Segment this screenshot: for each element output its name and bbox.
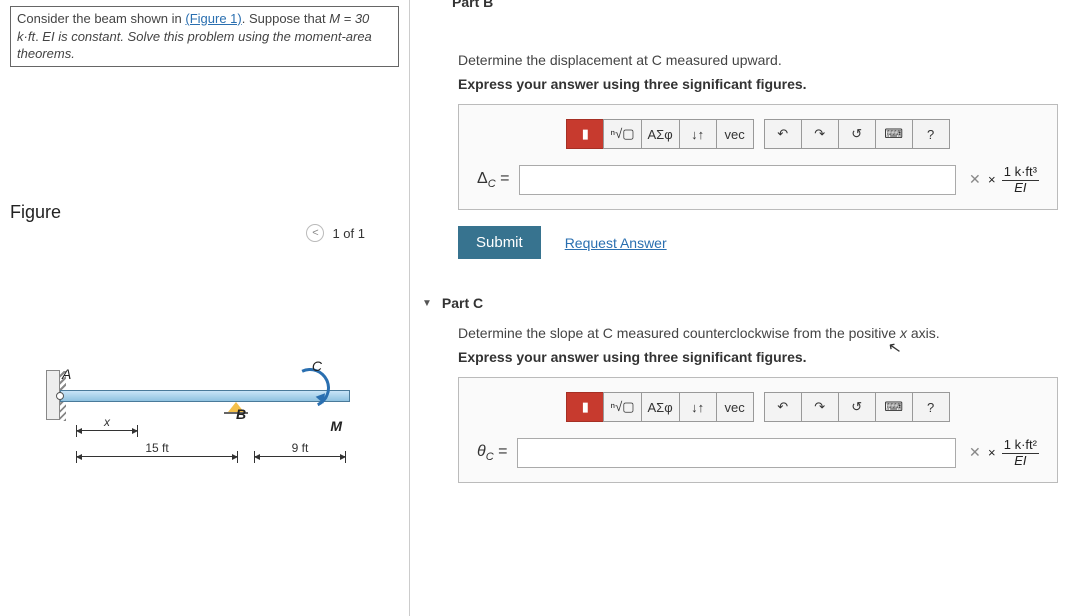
part-b-instruction-2: Express your answer using three signific… [458, 76, 1077, 92]
part-b-toolbar: ▮ ⁿ√▢ ΑΣφ ↓↑ vec ↶ ↷ ↺ ⌨ ? [477, 119, 1039, 149]
part-c-var: θC = [477, 443, 507, 463]
subscript-button-c[interactable]: ↓↑ [679, 392, 717, 422]
problem-text-1: Consider the beam shown in [17, 11, 185, 26]
part-b-input-row: ΔC = ✕ × 1 k·ft³EI [477, 165, 1039, 195]
reset-button[interactable]: ↺ [838, 119, 876, 149]
vec-button-c[interactable]: vec [716, 392, 754, 422]
problem-ei: EI is constant. Solve this problem using… [17, 29, 372, 62]
dim-9: 9 ft [254, 456, 346, 457]
problem-text-2: . Suppose that [242, 11, 329, 26]
problem-statement: Consider the beam shown in (Figure 1). S… [10, 6, 399, 67]
dim-15: 15 ft [76, 456, 238, 457]
part-c-answer-input[interactable] [517, 438, 955, 468]
dim-x-label: x [76, 415, 138, 429]
figure-diagram: A B C M x 15 ft 9 ft [20, 360, 370, 480]
left-panel: Consider the beam shown in (Figure 1). S… [0, 0, 410, 616]
part-b-instruction-1: Determine the displacement at C measured… [458, 52, 1077, 68]
template-button-c[interactable]: ▮ [566, 392, 604, 422]
figure-counter: 1 of 1 [332, 226, 365, 241]
submit-button[interactable]: Submit [458, 226, 541, 259]
part-c-toolbar: ▮ ⁿ√▢ ΑΣφ ↓↑ vec ↶ ↷ ↺ ⌨ ? [477, 392, 1039, 422]
part-c-header-row[interactable]: ▼ Part C [422, 289, 1077, 317]
caret-down-icon: ▼ [422, 298, 432, 309]
undo-button-c[interactable]: ↶ [764, 392, 802, 422]
request-answer-link[interactable]: Request Answer [565, 235, 667, 251]
part-b-header: Part B [452, 0, 493, 10]
template-button[interactable]: ▮ [566, 119, 604, 149]
figure-nav: < 1 of 1 > [306, 224, 391, 242]
redo-button[interactable]: ↷ [801, 119, 839, 149]
clear-icon-c[interactable]: ✕ [966, 442, 984, 460]
part-c-input-row: θC = ✕ × 1 k·ft²EI [477, 438, 1039, 468]
greek-button-c[interactable]: ΑΣφ [641, 392, 680, 422]
part-b-submit-row: Submit Request Answer [458, 226, 1077, 259]
part-c-instruction-1: Determine the slope at C measured counte… [458, 325, 1077, 341]
help-button-c[interactable]: ? [912, 392, 950, 422]
pin-a [56, 392, 64, 400]
part-c-instruction-2: Express your answer using three signific… [458, 349, 1077, 365]
dim-x: x [76, 430, 138, 431]
dim-15-label: 15 ft [76, 441, 238, 455]
part-b-unit: ✕ × 1 k·ft³EI [966, 165, 1039, 195]
figure-prev-button[interactable]: < [306, 224, 324, 242]
part-b-var: ΔC = [477, 170, 509, 190]
root-button-c[interactable]: ⁿ√▢ [603, 392, 641, 422]
help-button[interactable]: ? [912, 119, 950, 149]
keyboard-button-c[interactable]: ⌨ [875, 392, 913, 422]
dim-9-label: 9 ft [254, 441, 346, 455]
part-c-unit: ✕ × 1 k·ft²EI [966, 438, 1039, 468]
moment-arrow [284, 362, 335, 413]
label-a: A [62, 366, 71, 382]
subscript-button[interactable]: ↓↑ [679, 119, 717, 149]
label-m: M [330, 418, 342, 434]
right-panel: Part B Determine the displacement at C m… [410, 0, 1089, 616]
part-c-header: Part C [442, 295, 483, 311]
label-b: B [236, 406, 246, 422]
part-b-answer-box: ▮ ⁿ√▢ ΑΣφ ↓↑ vec ↶ ↷ ↺ ⌨ ? ΔC = ✕ × 1 k·… [458, 104, 1058, 210]
keyboard-button[interactable]: ⌨ [875, 119, 913, 149]
undo-button[interactable]: ↶ [764, 119, 802, 149]
label-c: C [312, 358, 322, 374]
root-button[interactable]: ⁿ√▢ [603, 119, 641, 149]
reset-button-c[interactable]: ↺ [838, 392, 876, 422]
redo-button-c[interactable]: ↷ [801, 392, 839, 422]
part-b-answer-input[interactable] [519, 165, 955, 195]
cursor-icon: ↖ [886, 337, 903, 359]
figure-link[interactable]: (Figure 1) [185, 11, 241, 26]
greek-button[interactable]: ΑΣφ [641, 119, 680, 149]
part-c-answer-box: ▮ ⁿ√▢ ΑΣφ ↓↑ vec ↶ ↷ ↺ ⌨ ? θC = ✕ × 1 k·… [458, 377, 1058, 483]
vec-button[interactable]: vec [716, 119, 754, 149]
figure-heading: Figure [10, 202, 409, 223]
clear-icon[interactable]: ✕ [966, 169, 984, 187]
